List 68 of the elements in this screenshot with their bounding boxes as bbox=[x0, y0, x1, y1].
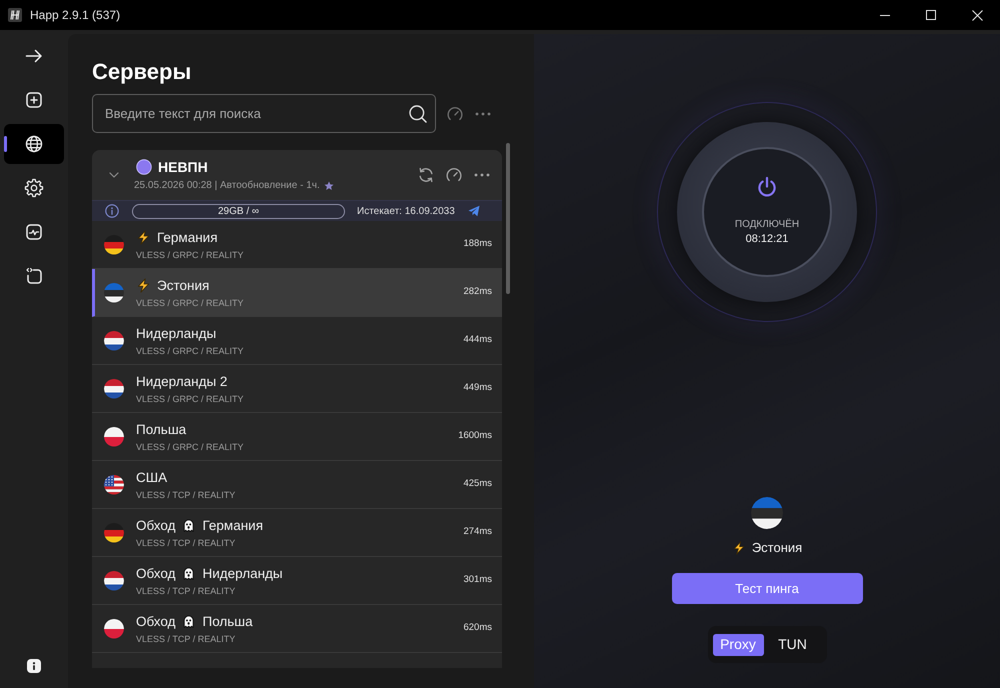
group-header[interactable]: НЕВПН 25.05.2026 00:28 | Автообновление - 1ч. bbox=[92, 150, 502, 200]
gauge-icon bbox=[445, 166, 463, 184]
group-name: НЕВПН bbox=[158, 158, 208, 176]
connection-timer: 08:12:21 bbox=[746, 233, 788, 246]
mode-tab[interactable]: Proxy bbox=[712, 634, 764, 656]
server-name-prefix: Обход bbox=[136, 516, 176, 534]
connection-status: ПОДКЛЮЧЁН bbox=[734, 219, 800, 231]
gauge-icon bbox=[446, 104, 464, 122]
server-name: США bbox=[136, 468, 168, 486]
server-protocol: VLESS / GRPC / REALITY bbox=[136, 442, 244, 452]
close-icon bbox=[972, 10, 982, 20]
server-name: Нидерланды bbox=[136, 324, 216, 342]
server-protocol: VLESS / GRPC / REALITY bbox=[136, 250, 244, 260]
server-protocol: VLESS / TCP / REALITY bbox=[136, 490, 236, 500]
sidebar-item[interactable] bbox=[4, 124, 64, 164]
ping-value: 425ms bbox=[463, 477, 492, 492]
server-protocol: VLESS / GRPC / REALITY bbox=[136, 298, 244, 308]
app-logo-icon bbox=[8, 8, 22, 22]
server-name: Нидерланды 2 bbox=[136, 372, 228, 390]
ping-value: 620ms bbox=[463, 621, 492, 636]
ping-value: 188ms bbox=[463, 237, 492, 252]
server-protocol: VLESS / GRPC / REALITY bbox=[136, 346, 244, 356]
paper-plane-icon bbox=[468, 205, 480, 217]
server-protocol: VLESS / TCP / REALITY bbox=[136, 634, 236, 644]
expiry-date: Истекает: 16.09.2033 bbox=[357, 204, 455, 218]
current-server-name: Эстония bbox=[752, 540, 802, 556]
ping-value: 444ms bbox=[463, 333, 492, 348]
server-protocol: VLESS / TCP / REALITY bbox=[136, 586, 236, 596]
search-icon bbox=[408, 104, 428, 124]
server-row[interactable]: Эстония VLESS / GRPC / REALITY 282ms bbox=[92, 269, 502, 317]
server-name: Польша bbox=[202, 612, 253, 630]
group-dot-icon bbox=[136, 159, 152, 175]
traffic-usage: 29GB / ∞ bbox=[132, 204, 345, 218]
server-name: Нидерланды bbox=[202, 564, 283, 582]
info-icon bbox=[27, 659, 41, 673]
chevron-icon[interactable] bbox=[109, 170, 119, 180]
ping-test-button[interactable]: Тест пинга bbox=[672, 573, 862, 604]
search-field[interactable]: Введите текст для поиска bbox=[92, 94, 436, 133]
selection-indicator bbox=[4, 136, 7, 152]
server-protocol: VLESS / GRPC / REALITY bbox=[136, 394, 244, 404]
ping-value: 449ms bbox=[463, 381, 492, 396]
star-icon bbox=[324, 180, 334, 190]
ping-value: 282ms bbox=[463, 285, 492, 300]
more-icon bbox=[475, 112, 491, 116]
page-title: Серверы bbox=[92, 58, 192, 86]
server-name: Германия bbox=[202, 516, 264, 534]
server-name: Эстония bbox=[157, 276, 210, 294]
more-icon bbox=[474, 173, 490, 177]
server-name-prefix: Обход bbox=[136, 612, 176, 630]
ping-value: 1600ms bbox=[458, 429, 492, 444]
maximize-icon bbox=[926, 10, 936, 20]
server-name: Германия bbox=[157, 228, 218, 246]
group-update-info: 25.05.2026 00:28 | Автообновление - 1ч. bbox=[134, 179, 320, 192]
ping-value: 301ms bbox=[463, 573, 492, 588]
server-name: Польша bbox=[136, 420, 186, 438]
window-title: Happ 2.9.1 (537) bbox=[30, 7, 120, 24]
scrollbar-thumb[interactable] bbox=[506, 143, 510, 294]
speed-test-button[interactable] bbox=[445, 166, 463, 184]
server-protocol: VLESS / TCP / REALITY bbox=[136, 538, 236, 548]
server-name-prefix: Обход bbox=[136, 564, 176, 582]
ping-value: 274ms bbox=[463, 525, 492, 540]
minimize-icon bbox=[880, 14, 890, 16]
power-button[interactable]: ПОДКЛЮЧЁН 08:12:21 bbox=[677, 122, 857, 302]
refresh-icon bbox=[417, 166, 435, 184]
telegram-button[interactable] bbox=[467, 204, 480, 218]
info-circle-icon[interactable] bbox=[105, 204, 119, 218]
refresh-button[interactable] bbox=[417, 166, 435, 184]
mode-tab[interactable]: TUN bbox=[764, 634, 822, 656]
